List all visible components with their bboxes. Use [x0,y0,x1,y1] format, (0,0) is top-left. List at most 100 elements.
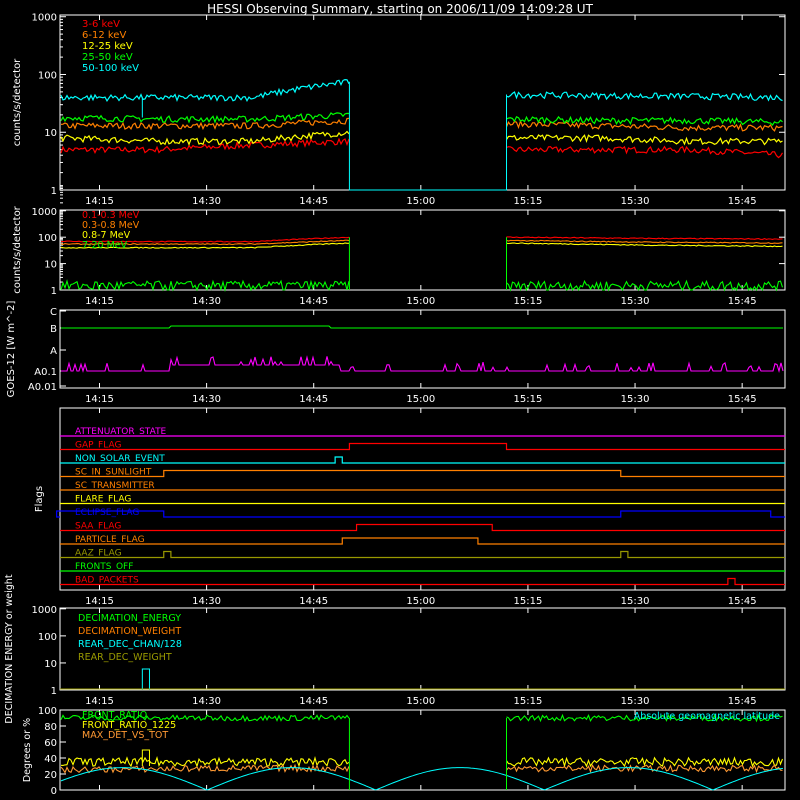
y-tick-label: 1000 [32,13,57,24]
y-axis-label: Degrees or % [22,718,33,782]
x-tick-label: 15:15 [514,196,543,207]
legend-entry: 12-25 keV [82,41,133,52]
x-tick-label: 15:30 [621,196,650,207]
x-tick-label: 15:30 [621,394,650,405]
series-line-3-before [60,112,350,124]
flag-label: FRONTS_OFF [75,562,133,572]
y-tick-label: C [50,307,57,318]
flag-label: AAZ_FLAG [75,549,122,559]
x-tick-label: 14:45 [299,296,328,307]
x-tick-label: 14:45 [299,596,328,607]
x-tick-label: 14:45 [299,394,328,405]
flag-label: FLARE_FLAG [75,495,131,505]
panel-frame-3 [59,309,786,389]
x-tick-label: 15:45 [728,696,757,707]
x-tick-label: 15:00 [406,394,435,405]
y-tick-label: 10 [44,128,57,139]
flag-line-8 [60,537,785,545]
y-tick-label: 0 [51,786,57,797]
flag-line-9 [60,550,785,559]
series-line-3 [60,767,784,791]
y-tick-label: 1 [51,286,57,297]
y-tick-label: A [50,346,57,357]
x-tick-label: 15:00 [406,196,435,207]
y-tick-label: 1 [51,686,57,697]
flag-label: BAD_PACKETS [75,576,139,586]
x-tick-label: 14:30 [192,394,221,405]
legend-entry: DECIMATION_ENERGY [78,613,181,624]
x-tick-label: 15:45 [728,196,757,207]
x-tick-label: 15:45 [728,394,757,405]
x-tick-label: 14:15 [85,596,114,607]
y-tick-label: 60 [44,738,57,749]
y-tick-label: 40 [44,754,57,765]
flag-line-6 [56,510,785,518]
y-axis-label: counts/s/detector [12,58,23,146]
flag-line-1 [60,442,785,451]
y-tick-label: A0.01 [28,382,57,393]
y-axis-label: DECIMATION ENERGY or weight [4,574,15,723]
x-tick-label: 15:15 [514,394,543,405]
x-tick-label: 15:30 [621,296,650,307]
x-tick-label: 15:00 [406,596,435,607]
figure-title: HESSI Observing Summary, starting on 200… [207,2,593,16]
y-tick-label: B [50,324,57,335]
flag-label: PARTICLE_FLAG [75,535,145,545]
series-line-1-before [60,756,350,768]
flag-label: NON_SOLAR_EVENT [75,454,165,464]
y-tick-label: 100 [38,706,57,717]
yellow-spike [141,749,150,766]
spike-line [141,668,150,690]
x-tick-label: 15:45 [728,596,757,607]
panel-frame-2 [59,209,786,291]
series-line-0-after [506,236,783,240]
legend-entry: REAR_DEC_CHAN/128 [78,639,182,650]
series-line-2-after [506,242,783,248]
series-line-1-after [506,756,784,768]
y-tick-label: 100 [38,233,57,244]
flag-label: SAA_FLAG [75,522,121,532]
flag-label: ATTENUATOR_STATE [75,427,167,437]
summary-plot: HESSI Observing Summary, starting on 200… [4,2,786,797]
legend-entry: REAR_DEC_WEIGHT [78,652,172,663]
series-line-4-after [506,91,783,102]
y-axis-label: GOES-12 [W m^-2] [6,301,17,398]
y-tick-label: A0.1 [34,367,57,378]
flag-label: ECLIPSE_FLAG [75,508,139,518]
x-tick-label: 15:15 [514,596,543,607]
series-line-1 [61,355,784,374]
legend-entry: Absolute geomagnetic latitude [634,711,780,722]
series-line-0-after [506,145,784,159]
flag-line-2 [60,456,785,464]
x-tick-label: 14:15 [85,296,114,307]
y-tick-label: 10 [44,260,57,271]
legend-entry: DECIMATION_WEIGHT [78,626,181,637]
flag-line-3 [60,469,785,478]
flag-label: SC_IN_SUNLIGHT [75,468,152,478]
y-axis-label: counts/s/detector [12,205,23,293]
series-line-2-after [506,134,783,146]
legend-entry: 50-100 keV [82,63,139,74]
x-tick-label: 14:30 [192,596,221,607]
legend-entry: 25-50 keV [82,52,133,63]
x-tick-label: 14:30 [192,696,221,707]
gap-line [348,81,508,191]
x-tick-label: 15:45 [728,296,757,307]
flag-line-7 [60,523,785,532]
series-line-0-before [60,137,350,154]
y-axis-label: Flags [34,486,45,512]
flag-label: GAP_FLAG [75,441,121,451]
y-tick-label: 1000 [32,605,57,616]
x-tick-label: 15:30 [621,696,650,707]
legend-entry: 7-20 MeV [82,240,128,251]
legend-entry: MAX_DET_VS_TOT [82,730,168,741]
series-line-3-after [506,279,784,292]
x-tick-label: 15:30 [621,596,650,607]
hessi-summary-figure: HESSI Observing Summary, starting on 200… [0,0,800,800]
x-tick-label: 14:30 [192,196,221,207]
x-tick-label: 15:00 [406,696,435,707]
x-tick-label: 14:45 [299,196,328,207]
y-tick-label: 100 [38,632,57,643]
legend-entry: 3-6 keV [82,19,120,30]
x-tick-label: 14:15 [85,196,114,207]
